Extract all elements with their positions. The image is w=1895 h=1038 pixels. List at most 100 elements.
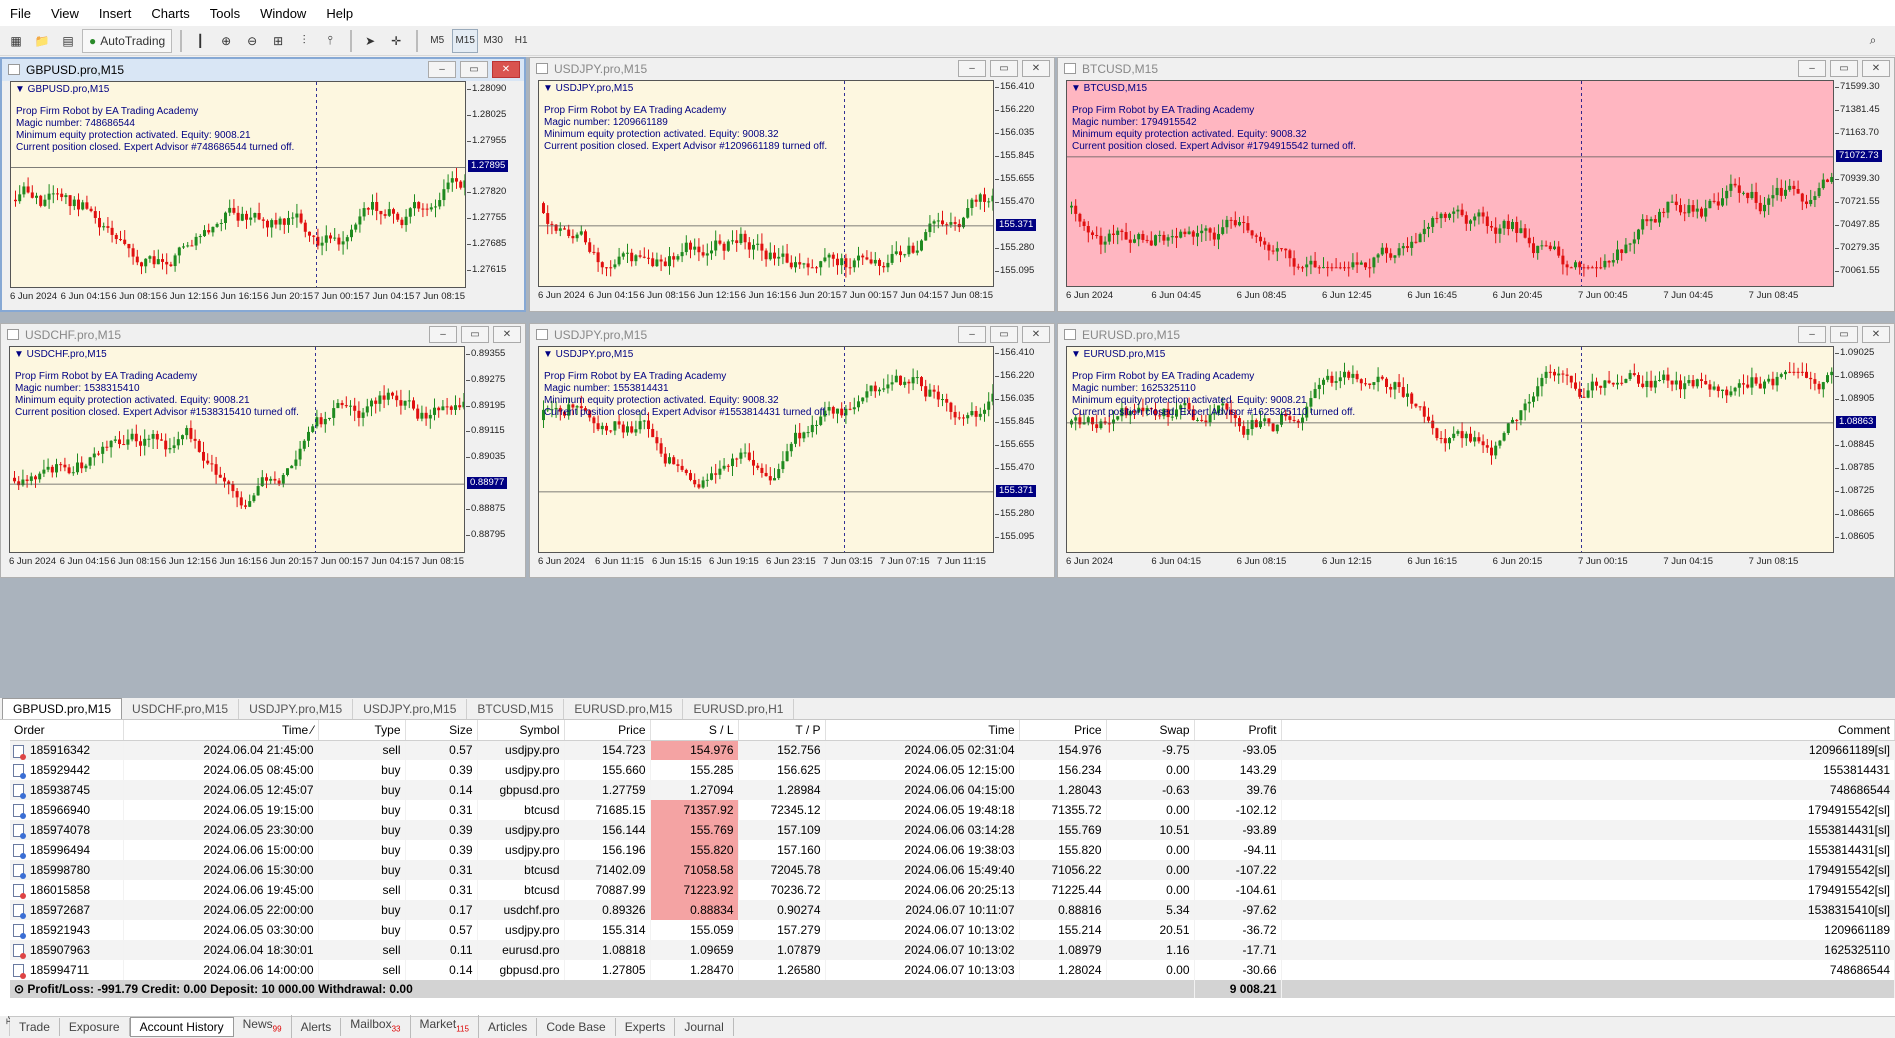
chart-plot-area[interactable]: ▼ USDCHF.pro,M15 Prop Firm Robot by EA Tr… <box>9 346 465 553</box>
chart-window[interactable]: EURUSD.pro,M15 ‒ ▭ ✕ ▼ EURUSD.pro,M15 Prop Fi… <box>1057 323 1895 578</box>
table-row[interactable]: 185974078 2024.06.05 23:30:00 buy 0.39 usdjp… <box>10 820 1895 840</box>
timeframe-m15[interactable]: M15 <box>452 28 479 53</box>
column-header-time[interactable]: Time <box>825 720 1020 741</box>
close-button[interactable]: ✕ <box>1862 326 1890 343</box>
table-row[interactable]: 185994711 2024.06.06 14:00:00 sell 0.14 gbpu… <box>10 960 1895 980</box>
menu-item-file[interactable]: File <box>0 6 41 21</box>
column-header-price[interactable]: Price <box>564 720 651 741</box>
tab-news[interactable]: News99 <box>234 1014 292 1038</box>
chart-window[interactable]: BTCUSD,M15 ‒ ▭ ✕ ▼ BTCUSD,M15 Prop Firm Robot… <box>1057 57 1895 312</box>
candle-body <box>182 246 185 248</box>
column-header-s-l[interactable]: S / L <box>650 720 739 741</box>
menu-item-view[interactable]: View <box>41 6 89 21</box>
chart-window[interactable]: USDCHF.pro,M15 ‒ ▭ ✕ ▼ USDCHF.pro,M15 Prop Fi… <box>0 323 526 578</box>
timeframe-h1[interactable]: H1 <box>508 29 534 53</box>
chart-tab[interactable]: EURUSD.pro,H1 <box>683 699 795 719</box>
minimize-button[interactable]: ‒ <box>428 61 456 78</box>
column-header-size[interactable]: Size <box>405 720 478 741</box>
menu-item-tools[interactable]: Tools <box>200 6 250 21</box>
tab-alerts[interactable]: Alerts <box>292 1017 342 1036</box>
chart-plot-area[interactable]: ▼ GBPUSD.pro,M15 Prop Firm Robot by EA Tr… <box>10 81 466 288</box>
table-row[interactable]: 185996494 2024.06.06 15:00:00 buy 0.39 usdjp… <box>10 840 1895 860</box>
column-header-price[interactable]: Price <box>1019 720 1107 741</box>
maximize-button[interactable]: ▭ <box>1830 326 1858 343</box>
autotrading-button[interactable]: ● AutoTrading <box>82 28 173 53</box>
table-row[interactable]: 185966940 2024.06.05 19:15:00 buy 0.31 btcus… <box>10 800 1895 820</box>
navigator-icon[interactable]: ▤ <box>56 29 80 53</box>
table-row[interactable]: 185921943 2024.06.05 03:30:00 buy 0.57 usdjp… <box>10 920 1895 940</box>
close-button[interactable]: ✕ <box>1022 60 1050 77</box>
zoom-out-icon[interactable]: ⊖ <box>240 29 264 53</box>
column-header-swap[interactable]: Swap <box>1106 720 1195 741</box>
chart-tab[interactable]: BTCUSD,M15 <box>467 699 565 719</box>
menu-item-insert[interactable]: Insert <box>89 6 142 21</box>
table-row[interactable]: 185916342 2024.06.04 21:45:00 sell 0.57 usdj… <box>10 740 1895 760</box>
minimize-button[interactable]: ‒ <box>1798 60 1826 77</box>
table-row[interactable]: 185907963 2024.06.04 18:30:01 sell 0.11 euru… <box>10 940 1895 960</box>
chart-tab[interactable]: USDJPY.pro,M15 <box>239 699 354 719</box>
tab-journal[interactable]: Journal <box>675 1017 734 1036</box>
candle-body <box>861 397 865 402</box>
chart-window[interactable]: USDJPY.pro,M15 ‒ ▭ ✕ ▼ USDJPY.pro,M15 Prop Fi… <box>529 323 1055 578</box>
minimize-button[interactable]: ‒ <box>958 60 986 77</box>
candle-body <box>1116 230 1120 235</box>
tab-account-history[interactable]: Account History <box>129 1016 234 1037</box>
close-button[interactable]: ✕ <box>493 326 521 343</box>
column-header-time[interactable]: Time ⁄ <box>123 720 319 741</box>
close-button[interactable]: ✕ <box>1022 326 1050 343</box>
periods-icon[interactable]: ⫯ <box>318 29 342 53</box>
table-row[interactable]: 185998780 2024.06.06 15:30:00 buy 0.31 btcus… <box>10 860 1895 880</box>
search-icon[interactable]: ⌕ <box>1861 29 1885 53</box>
tab-experts[interactable]: Experts <box>616 1017 676 1036</box>
chart-window[interactable]: USDJPY.pro,M15 ‒ ▭ ✕ ▼ USDJPY.pro,M15 Prop Fi… <box>529 57 1055 312</box>
table-row[interactable]: 186015858 2024.06.06 19:45:00 sell 0.31 btcu… <box>10 880 1895 900</box>
chart-plot-area[interactable]: ▼ USDJPY.pro,M15 Prop Firm Robot by EA Tr… <box>538 80 994 287</box>
maximize-button[interactable]: ▭ <box>1830 60 1858 77</box>
chart-plot-area[interactable]: ▼ BTCUSD,M15 Prop Firm Robot by EA Tradin… <box>1066 80 1834 287</box>
chart-plot-area[interactable]: ▼ EURUSD.pro,M15 Prop Firm Robot by EA Tr… <box>1066 346 1834 553</box>
timeframe-m30[interactable]: M30 <box>480 29 506 53</box>
cursor-icon[interactable]: ➤ <box>358 29 382 53</box>
tab-articles[interactable]: Articles <box>479 1017 538 1036</box>
chart-window[interactable]: GBPUSD.pro,M15 ‒ ▭ ✕ ▼ GBPUSD.pro,M15 Prop Fi… <box>0 57 526 312</box>
tile-windows-icon[interactable]: ⊞ <box>266 29 290 53</box>
timeframe-m5[interactable]: M5 <box>424 29 450 53</box>
maximize-button[interactable]: ▭ <box>461 326 489 343</box>
chart-plot-area[interactable]: ▼ USDJPY.pro,M15 Prop Firm Robot by EA Tr… <box>538 346 994 553</box>
menu-item-help[interactable]: Help <box>316 6 363 21</box>
column-header-order[interactable]: Order <box>10 720 124 741</box>
bar-chart-icon[interactable]: ┃ <box>188 29 212 53</box>
column-header-t-p[interactable]: T / P <box>738 720 826 741</box>
minimize-button[interactable]: ‒ <box>1798 326 1826 343</box>
table-row[interactable]: 185929442 2024.06.05 08:45:00 buy 0.39 usdjp… <box>10 760 1895 780</box>
column-header-comment[interactable]: Comment <box>1281 720 1895 741</box>
chart-tab[interactable]: USDJPY.pro,M15 <box>353 699 468 719</box>
new-chart-icon[interactable]: ▦ <box>4 29 28 53</box>
menu-item-charts[interactable]: Charts <box>141 6 199 21</box>
minimize-button[interactable]: ‒ <box>429 326 457 343</box>
column-header-symbol[interactable]: Symbol <box>477 720 565 741</box>
tab-trade[interactable]: Trade <box>10 1017 60 1036</box>
chart-tab[interactable]: EURUSD.pro,M15 <box>564 699 684 719</box>
minimize-button[interactable]: ‒ <box>958 326 986 343</box>
tab-exposure[interactable]: Exposure <box>60 1017 130 1036</box>
maximize-button[interactable]: ▭ <box>990 326 1018 343</box>
table-row[interactable]: 185972687 2024.06.05 22:00:00 buy 0.17 usdch… <box>10 900 1895 920</box>
profiles-icon[interactable]: 📁 <box>30 29 54 53</box>
tab-market[interactable]: Market115 <box>411 1014 479 1038</box>
zoom-in-icon[interactable]: ⊕ <box>214 29 238 53</box>
table-row[interactable]: 185938745 2024.06.05 12:45:07 buy 0.14 gbpus… <box>10 780 1895 800</box>
maximize-button[interactable]: ▭ <box>990 60 1018 77</box>
menu-item-window[interactable]: Window <box>250 6 316 21</box>
maximize-button[interactable]: ▭ <box>460 61 488 78</box>
close-button[interactable]: ✕ <box>1862 60 1890 77</box>
crosshair-icon[interactable]: ✛ <box>384 29 408 53</box>
chart-tab[interactable]: USDCHF.pro,M15 <box>122 699 240 719</box>
chart-tab[interactable]: GBPUSD.pro,M15 <box>2 698 123 719</box>
tab-code-base[interactable]: Code Base <box>537 1017 616 1036</box>
column-header-type[interactable]: Type <box>318 720 406 741</box>
close-button[interactable]: ✕ <box>492 61 520 78</box>
column-header-profit[interactable]: Profit <box>1194 720 1282 741</box>
indicators-icon[interactable]: ⫶ <box>292 29 316 53</box>
tab-mailbox[interactable]: Mailbox33 <box>341 1014 411 1038</box>
